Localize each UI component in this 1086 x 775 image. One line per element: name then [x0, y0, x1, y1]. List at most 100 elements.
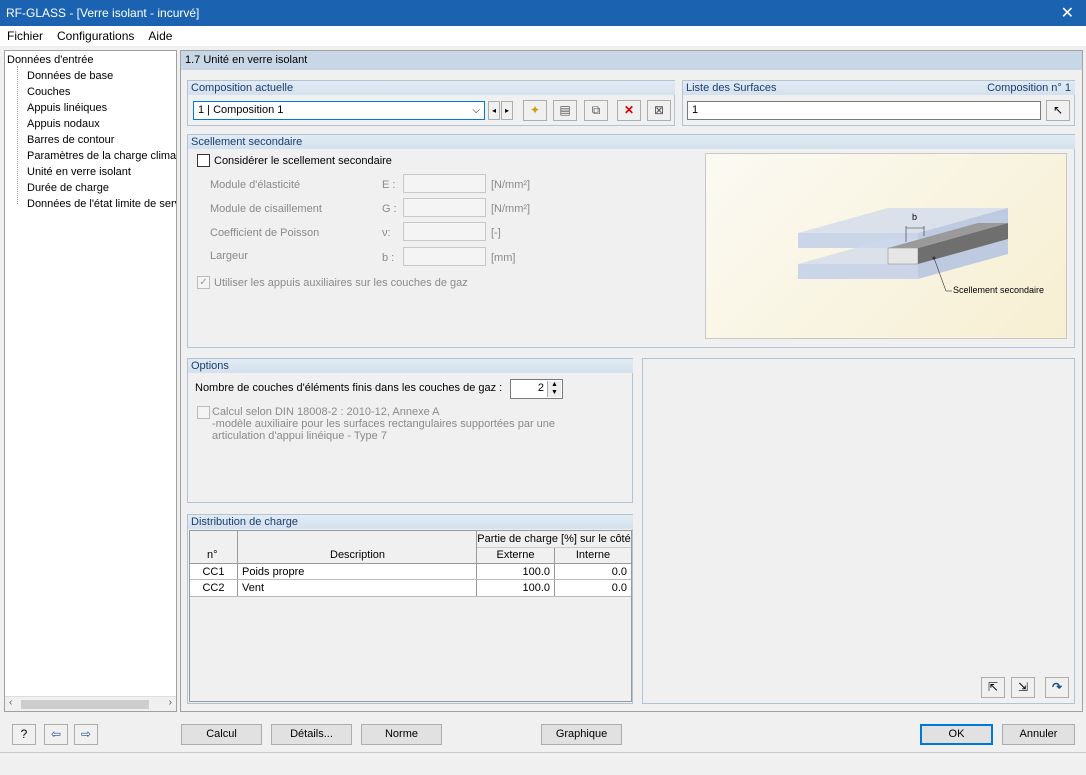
row-int[interactable]: 0.0: [555, 566, 627, 578]
elasticity-symbol: E :: [382, 179, 396, 191]
close-icon[interactable]: ✕: [1061, 3, 1074, 23]
poisson-symbol: ν:: [382, 227, 391, 239]
help-button[interactable]: ?: [12, 724, 36, 745]
menu-fichier[interactable]: Fichier: [0, 29, 50, 43]
new-composition-button[interactable]: ✦: [523, 100, 547, 121]
navigator-tree: Données d'entrée Données de base Couches…: [4, 50, 177, 712]
next-composition-button[interactable]: ▸: [501, 101, 513, 120]
new-icon: ✦: [529, 103, 541, 117]
edit-composition-button[interactable]: ▤: [553, 100, 577, 121]
delete-all-icon: ⊠: [653, 103, 665, 117]
sealing-checkbox-row[interactable]: Considérer le scellement secondaire: [197, 154, 392, 167]
elasticity-unit: [N/mm²]: [491, 179, 531, 191]
table-row[interactable]: CC1 Poids propre 100.0 0.0: [190, 564, 631, 580]
nav-item-unite[interactable]: Unité en verre isolant: [27, 166, 131, 178]
previous-window-button[interactable]: ⇦: [44, 724, 68, 745]
composition-number: Composition n° 1: [987, 82, 1071, 94]
menu-configurations[interactable]: Configurations: [50, 29, 141, 43]
nav-item-duree[interactable]: Durée de charge: [27, 182, 109, 194]
sealing-checkbox-label: Considérer le scellement secondaire: [214, 154, 392, 167]
width-unit: [mm]: [491, 252, 516, 264]
copy-icon: ⧉: [591, 103, 601, 117]
col-desc-header: Description: [330, 549, 386, 561]
arrow-right-icon: ⇨: [80, 727, 92, 741]
import-icon: ⇲: [1017, 680, 1029, 694]
width-symbol: b :: [382, 252, 395, 264]
aux-checkbox[interactable]: ✓: [197, 276, 210, 289]
nav-root[interactable]: Données d'entrée: [7, 54, 94, 66]
fe-layers-spinner[interactable]: 2 ▲ ▼: [510, 379, 563, 399]
fe-layers-label: Nombre de couches d'éléments finis dans …: [195, 382, 503, 394]
pointer-icon: ↖: [1052, 103, 1064, 117]
scroll-left-icon[interactable]: ‹: [9, 697, 12, 708]
import-button[interactable]: ⇲: [1011, 677, 1035, 698]
nav-item-base[interactable]: Données de base: [27, 70, 113, 82]
chevron-down-icon[interactable]: ⌵: [472, 102, 480, 119]
din-line-1: Calcul selon DIN 18008-2 : 2010-12, Anne…: [212, 406, 440, 418]
edit-icon: ▤: [559, 103, 571, 117]
row-ext[interactable]: 100.0: [477, 566, 550, 578]
din-line-2: -modèle auxiliaire pour les surfaces rec…: [212, 418, 556, 430]
surfaces-title: Liste des Surfaces: [686, 82, 777, 94]
undo-icon: ↷: [1051, 680, 1063, 694]
aux-checkbox-row[interactable]: ✓ Utiliser les appuis auxiliaires sur le…: [197, 276, 468, 289]
reset-button[interactable]: ↷: [1045, 677, 1069, 698]
nav-item-els[interactable]: Données de l'état limite de serv: [27, 198, 176, 210]
nav-item-appuis-nodaux[interactable]: Appuis nodaux: [27, 118, 100, 130]
col-int-header: Interne: [575, 549, 611, 561]
composition-select[interactable]: 1 | Composition 1 ⌵: [193, 101, 485, 120]
load-table: n° Description Partie de charge [%] sur …: [189, 530, 632, 702]
ok-button[interactable]: OK: [920, 724, 993, 745]
poisson-label: Coefficient de Poisson: [210, 227, 320, 239]
poisson-field[interactable]: [403, 222, 486, 241]
row-desc: Poids propre: [242, 566, 305, 578]
shear-unit: [N/mm²]: [491, 203, 531, 215]
width-field[interactable]: [403, 247, 486, 266]
row-n: CC2: [202, 582, 225, 594]
row-desc: Vent: [242, 582, 265, 594]
nav-item-appuis-lineiques[interactable]: Appuis linéiques: [27, 102, 107, 114]
shear-field[interactable]: [403, 198, 486, 217]
calc-button[interactable]: Calcul: [181, 724, 262, 745]
scroll-right-icon[interactable]: ›: [169, 697, 172, 708]
nav-item-couches[interactable]: Couches: [27, 86, 70, 98]
nav-scrollbar[interactable]: ‹ ›: [5, 696, 176, 711]
dimension-b-label: b: [912, 212, 918, 222]
export-button[interactable]: ⇱: [981, 677, 1005, 698]
menu-aide[interactable]: Aide: [141, 29, 179, 43]
shear-label: Module de cisaillement: [210, 203, 322, 215]
graphic-button[interactable]: Graphique: [541, 724, 622, 745]
poisson-unit: [-]: [491, 227, 501, 239]
export-icon: ⇱: [987, 680, 999, 694]
elasticity-field[interactable]: [403, 174, 486, 193]
din-checkbox[interactable]: [197, 406, 210, 419]
row-int[interactable]: 0.0: [555, 582, 627, 594]
composition-value: 1 | Composition 1: [198, 104, 284, 116]
load-header: Distribution de charge: [188, 515, 633, 529]
nav-item-barres[interactable]: Barres de contour: [27, 134, 114, 146]
delete-all-button[interactable]: ⊠: [647, 100, 671, 121]
scroll-thumb[interactable]: [21, 700, 149, 709]
width-label: Largeur: [210, 250, 248, 262]
next-window-button[interactable]: ⇨: [74, 724, 98, 745]
delete-composition-button[interactable]: ✕: [617, 100, 641, 121]
row-ext[interactable]: 100.0: [477, 582, 550, 594]
norm-button[interactable]: Norme: [361, 724, 442, 745]
sealing-checkbox[interactable]: [197, 154, 210, 167]
section-title: 1.7 Unité en verre isolant: [181, 51, 1082, 70]
table-row[interactable]: CC2 Vent 100.0 0.0: [190, 580, 631, 597]
elasticity-label: Module d'élasticité: [210, 179, 301, 191]
details-button[interactable]: Détails...: [271, 724, 352, 745]
composition-header: Composition actuelle: [188, 81, 675, 95]
options-header: Options: [188, 359, 633, 373]
pick-surfaces-button[interactable]: ↖: [1046, 100, 1070, 121]
status-bar: [0, 752, 1086, 775]
delete-icon: ✕: [623, 103, 635, 117]
surfaces-input[interactable]: 1: [687, 101, 1041, 120]
nav-item-climat[interactable]: Paramètres de la charge climati: [27, 150, 176, 162]
prev-composition-button[interactable]: ◂: [488, 101, 500, 120]
spinner-arrows-icon[interactable]: ▲ ▼: [547, 381, 561, 397]
title-bar: RF-GLASS - [Verre isolant - incurvé] ✕: [0, 0, 1086, 26]
copy-composition-button[interactable]: ⧉: [584, 100, 608, 121]
cancel-button[interactable]: Annuler: [1002, 724, 1075, 745]
